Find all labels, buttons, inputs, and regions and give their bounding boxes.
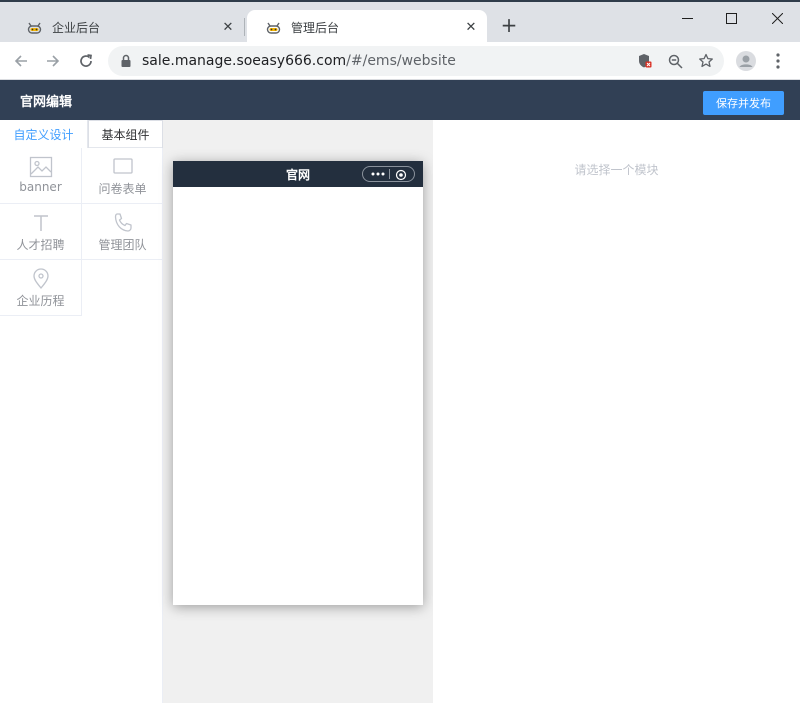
new-tab-plus-icon[interactable]: + bbox=[500, 15, 518, 35]
reload-icon[interactable] bbox=[75, 50, 97, 72]
empty-selection-hint: 请选择一个模块 bbox=[574, 163, 659, 177]
tab-divider bbox=[244, 18, 245, 36]
location-icon bbox=[32, 268, 49, 290]
window-maximize-icon[interactable] bbox=[708, 6, 754, 30]
zoom-out-icon[interactable] bbox=[666, 52, 684, 70]
component-recruitment[interactable]: 人才招聘 bbox=[0, 204, 82, 260]
more-dots-icon bbox=[371, 172, 385, 176]
close-target-icon bbox=[395, 169, 407, 181]
component-label: 管理团队 bbox=[98, 238, 147, 252]
text-icon bbox=[33, 215, 48, 231]
url-text: sale.manage.soeasy666.com/#/ems/website bbox=[142, 53, 456, 69]
preview-canvas: 官网 bbox=[163, 120, 433, 703]
component-banner[interactable]: banner bbox=[0, 148, 82, 204]
component-label: 人才招聘 bbox=[16, 238, 65, 252]
component-label: banner bbox=[19, 180, 62, 194]
phone-icon bbox=[114, 213, 132, 232]
more-vertical-icon[interactable] bbox=[772, 52, 784, 70]
component-company-history[interactable]: 企业历程 bbox=[0, 260, 82, 316]
browser-tab-title: 企业后台 bbox=[52, 20, 101, 35]
url-path: /#/ems/website bbox=[346, 53, 456, 69]
app-header: 官网编辑 bbox=[0, 80, 800, 120]
close-icon[interactable]: ✕ bbox=[220, 19, 236, 35]
back-arrow-icon[interactable] bbox=[10, 50, 32, 72]
close-icon[interactable]: ✕ bbox=[463, 19, 479, 35]
window-close-icon[interactable] bbox=[754, 6, 800, 30]
phone-preview[interactable]: 官网 bbox=[173, 161, 423, 605]
browser-toolbar: sale.manage.soeasy666.com/#/ems/website bbox=[0, 42, 800, 80]
lock-icon bbox=[121, 54, 131, 67]
window-minimize-icon[interactable] bbox=[664, 6, 710, 30]
robot-favicon-icon bbox=[27, 22, 42, 34]
bookmark-star-icon[interactable] bbox=[697, 52, 715, 70]
forward-arrow-icon[interactable] bbox=[42, 50, 64, 72]
page-title: 官网编辑 bbox=[20, 95, 73, 110]
component-survey-form[interactable]: 问卷表单 bbox=[82, 148, 164, 204]
image-icon bbox=[29, 156, 52, 178]
component-panel: 自定义设计 基本组件 banner 问卷表单 人才招聘 管理团队 企业历程 bbox=[0, 120, 164, 703]
form-icon bbox=[112, 158, 133, 174]
browser-tab-enterprise[interactable]: 企业后台 ✕ bbox=[8, 10, 244, 44]
component-label: 问卷表单 bbox=[98, 182, 147, 196]
phone-nav-bar: 官网 bbox=[173, 161, 423, 187]
tab-basic-components[interactable]: 基本组件 bbox=[88, 120, 163, 148]
browser-tab-admin[interactable]: 管理后台 ✕ bbox=[247, 10, 487, 44]
capsule-divider bbox=[389, 169, 390, 179]
profile-avatar-icon[interactable] bbox=[736, 51, 756, 71]
browser-tabstrip: 企业后台 ✕ 管理后台 ✕ + bbox=[0, 0, 800, 44]
robot-favicon-icon bbox=[266, 22, 281, 34]
property-panel: 请选择一个模块 bbox=[433, 120, 800, 703]
browser-tab-title: 管理后台 bbox=[291, 20, 340, 35]
component-management-team[interactable]: 管理团队 bbox=[82, 204, 164, 260]
tab-custom-design[interactable]: 自定义设计 bbox=[0, 120, 88, 148]
blocked-shield-icon[interactable] bbox=[636, 52, 654, 70]
address-bar[interactable]: sale.manage.soeasy666.com/#/ems/website bbox=[108, 46, 724, 76]
save-publish-button[interactable]: 保存并发布 bbox=[703, 91, 784, 115]
component-label: 企业历程 bbox=[16, 294, 65, 308]
url-host: sale.manage.soeasy666.com bbox=[142, 53, 347, 69]
panel-tabs: 自定义设计 基本组件 bbox=[0, 120, 163, 148]
miniprogram-capsule bbox=[362, 166, 415, 182]
